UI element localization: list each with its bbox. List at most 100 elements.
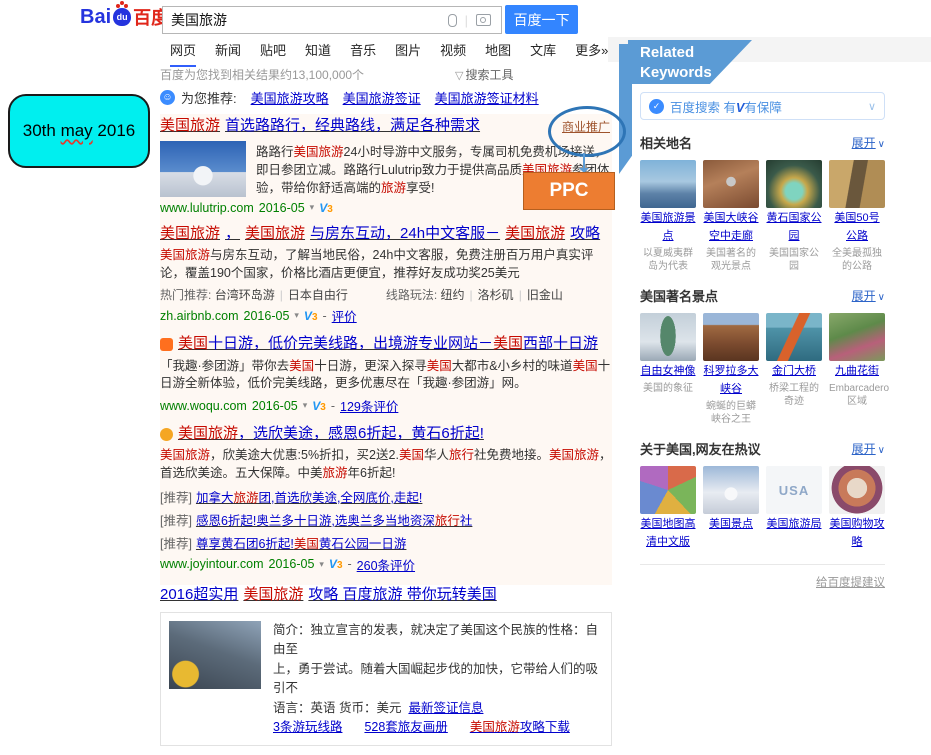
recommend-link[interactable]: 美国旅游签证 <box>343 88 421 107</box>
result-meta: zh.airbnb.com 2016-05 ▾ V3 - 评价 <box>160 306 612 325</box>
visa-info-link[interactable]: 最新签证信息 <box>408 701 483 715</box>
result-title[interactable]: 2016超实用美国旅游攻略 百度旅游 带你玩转美国 <box>160 585 612 605</box>
tab-music[interactable]: 音乐 <box>350 40 376 67</box>
result-description: 美国旅游，欣美途大优惠:5%折扣，买2送2.美国华人旅行社免费地接。美国旅游，首… <box>160 447 612 483</box>
search-button[interactable]: 百度一下 <box>505 5 578 34</box>
result-title[interactable]: 美国旅游首选路路行，经典路线，满足各种需求 <box>160 116 612 136</box>
card-title[interactable]: 美国旅游局 <box>767 518 822 530</box>
result-description: 美国旅游与房东互动，了解当地民俗，24h中文客服，免费注册百万用户真实评论，覆盖… <box>160 247 612 283</box>
sitelink[interactable]: 洛杉矶 <box>478 286 514 303</box>
tab-news[interactable]: 新闻 <box>215 40 241 67</box>
recommend-sitelink[interactable]: [推荐]加拿大旅游团,首选欣美途,全网底价,走起! <box>160 487 612 506</box>
card-image-usa-map[interactable] <box>640 466 696 514</box>
recommend-sitelink[interactable]: [推荐]感恩6折起!奥兰多十日游,选奥兰多当地资深旅行社 <box>160 510 612 529</box>
card-image-bridge[interactable] <box>766 313 822 361</box>
camera-icon[interactable] <box>476 14 491 26</box>
baidu-security-bar[interactable]: ✓ 百度搜索 有V有保障 ∨ <box>640 92 885 120</box>
card-title[interactable]: 美国旅游景点 <box>641 212 696 242</box>
result-title[interactable]: 美国旅游，选欣美途，感恩6折起，黄石6折起! <box>160 424 612 444</box>
result-thumbnail-street[interactable] <box>169 621 261 689</box>
recommend-sitelink[interactable]: [推荐]尊享黄石团6折起!美国黄石公园一日游 <box>160 533 612 552</box>
card-image-capitol[interactable] <box>703 466 759 514</box>
result-url[interactable]: zh.airbnb.com <box>160 309 239 323</box>
sidebar-card: 科罗拉多大峡谷 蜿蜒的巨蟒 峡谷之王 <box>703 313 759 426</box>
search-query-text: 美国旅游 <box>163 10 448 30</box>
result-url[interactable]: www.woqu.com <box>160 399 247 413</box>
expand-link[interactable]: 展开 <box>852 442 876 456</box>
card-title[interactable]: 美国地图高清中文版 <box>641 518 696 548</box>
sidebar-card: 美国景点 <box>703 466 759 550</box>
microphone-icon[interactable] <box>448 14 457 27</box>
result-url[interactable]: www.joyintour.com <box>160 557 264 571</box>
card-title[interactable]: 美国景点 <box>709 518 753 530</box>
reviews-link[interactable]: 评价 <box>332 306 357 325</box>
sitelink[interactable]: 纽约 <box>441 286 465 303</box>
recommend-link[interactable]: 美国旅游攻略 <box>251 88 329 107</box>
guide-download-link[interactable]: 美国旅游攻略下载 <box>470 718 570 737</box>
tab-more[interactable]: 更多» <box>575 40 608 67</box>
card-image-usa-logo[interactable]: USA <box>766 466 822 514</box>
tab-web[interactable]: 网页 <box>170 40 196 67</box>
card-title[interactable]: 美国50号公路 <box>834 212 879 242</box>
card-title[interactable]: 金门大桥 <box>772 365 816 377</box>
woqu-site-icon <box>160 338 173 351</box>
sitelink[interactable]: 旧金山 <box>527 286 563 303</box>
result-title[interactable]: 美国旅游，美国旅游与房东互动，24h中文客服－美国旅游攻略 <box>160 224 612 244</box>
sidebar-card: 美国大峡谷空中走廊 美国著名的观光景点 <box>703 160 759 273</box>
search-tools[interactable]: ▽搜索工具 <box>455 66 513 83</box>
card-image-liberty[interactable] <box>640 313 696 361</box>
card-title[interactable]: 科罗拉多大峡谷 <box>704 365 759 395</box>
expand-link[interactable]: 展开 <box>852 289 876 303</box>
sidebar-card: 美国旅游景点 以夏威夷群岛为代表 <box>640 160 696 273</box>
dropdown-caret-icon[interactable]: ▾ <box>319 559 324 570</box>
card-image-road[interactable] <box>829 160 885 208</box>
section-title: 相关地名 <box>640 133 692 152</box>
sitelink[interactable]: 日本自由行 <box>288 286 348 303</box>
result-title[interactable]: 美国十日游，低价完美线路，出境游专业网站－美国西部十日游 <box>160 334 612 354</box>
card-title[interactable]: 美国购物攻略 <box>830 518 885 548</box>
baidu-logo[interactable]: Bai du 百度 <box>80 4 169 30</box>
expand-link[interactable]: 展开 <box>852 136 876 150</box>
tab-map[interactable]: 地图 <box>485 40 511 67</box>
recommend-icon: ☺ <box>160 90 175 105</box>
card-image-canyon[interactable] <box>703 313 759 361</box>
dropdown-caret-icon[interactable]: ▾ <box>310 202 315 213</box>
tab-video[interactable]: 视频 <box>440 40 466 67</box>
card-image-skywalk[interactable] <box>703 160 759 208</box>
card-title[interactable]: 美国大峡谷空中走廊 <box>704 212 759 242</box>
baidu-v-badge: V3 <box>304 309 318 323</box>
dropdown-caret-icon[interactable]: ▾ <box>294 310 299 321</box>
intro-line: 上，勇于尝试。随着大国崛起步伐的加快，它带给人们的吸引不 <box>273 660 603 699</box>
recommend-link[interactable]: 美国旅游签证材料 <box>435 88 539 107</box>
chevron-down-icon: ∨ <box>878 292 885 303</box>
result-url[interactable]: www.lulutrip.com <box>160 201 254 215</box>
routes-link[interactable]: 3条游玩线路 <box>273 718 342 737</box>
result-thumbnail-capitol[interactable] <box>160 141 246 197</box>
tab-tieba[interactable]: 贴吧 <box>260 40 286 67</box>
reviews-link[interactable]: 260条评价 <box>357 555 415 574</box>
feedback-link[interactable]: 给百度提建议 <box>816 577 885 589</box>
result-meta: www.joyintour.com 2016-05 ▾ V3 - 260条评价 <box>160 555 612 574</box>
albums-link[interactable]: 528套旅友画册 <box>364 718 447 737</box>
section-title: 关于美国,网友在热议 <box>640 439 761 458</box>
recommend-row: ☺ 为您推荐: 美国旅游攻略 美国旅游签证 美国旅游签证材料 <box>160 88 612 107</box>
search-result-organic: 2016超实用美国旅游攻略 百度旅游 带你玩转美国 简介：独立宣言的发表，就决定… <box>160 585 612 747</box>
tab-wenku[interactable]: 文库 <box>530 40 556 67</box>
tab-zhidao[interactable]: 知道 <box>305 40 331 67</box>
card-title[interactable]: 自由女神像 <box>641 365 696 377</box>
card-title[interactable]: 黄石国家公园 <box>767 212 822 242</box>
sidebar-card: 美国50号公路 全美最孤独的公路 <box>829 160 885 273</box>
card-image-geyser[interactable] <box>766 160 822 208</box>
card-title[interactable]: 九曲花街 <box>835 365 879 377</box>
chevron-down-icon[interactable]: ∨ <box>868 100 876 113</box>
card-image-collage[interactable] <box>829 466 885 514</box>
tab-image[interactable]: 图片 <box>395 40 421 67</box>
sitelink[interactable]: 台湾环岛游 <box>215 286 275 303</box>
reviews-link[interactable]: 129条评价 <box>340 396 398 415</box>
result-date: 2016-05 <box>252 399 298 413</box>
card-image-city[interactable] <box>640 160 696 208</box>
card-image-lombard[interactable] <box>829 313 885 361</box>
search-input[interactable]: 美国旅游 | <box>162 6 502 34</box>
dropdown-caret-icon[interactable]: ▾ <box>303 400 308 411</box>
section-famous-spots: 美国著名景点 展开∨ 自由女神像 美国的象征 科罗拉多大峡谷 蜿蜒的巨蟒 峡谷之… <box>640 286 885 426</box>
